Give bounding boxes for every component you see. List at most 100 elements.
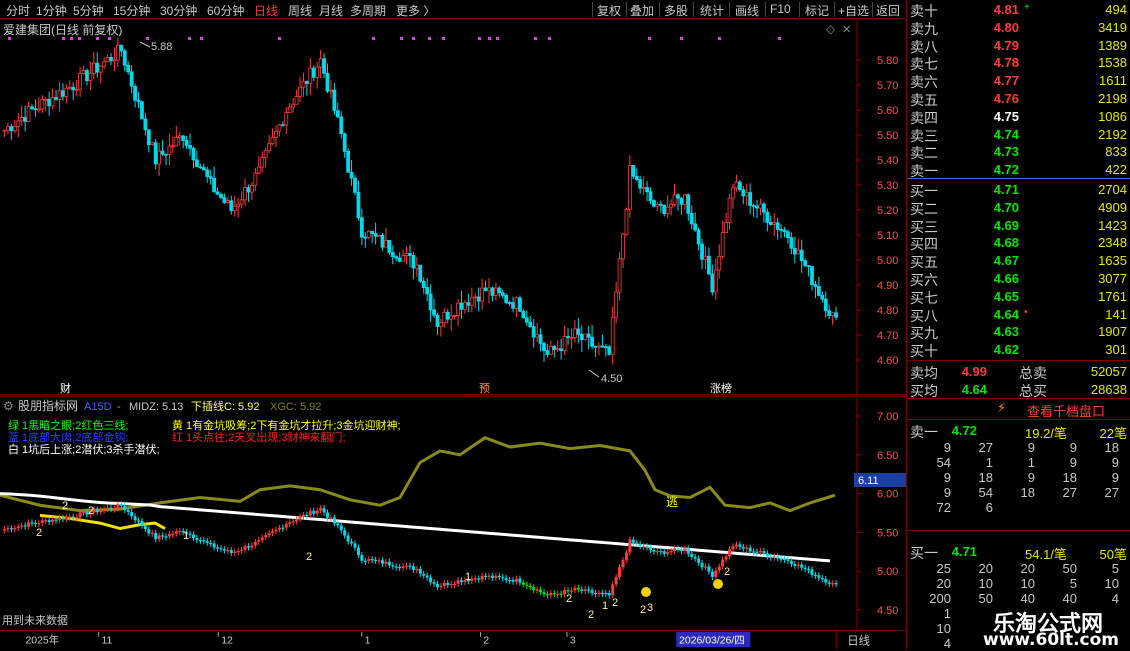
indicator-body (724, 556, 728, 560)
tab-weekly[interactable]: 周线 (288, 2, 312, 19)
forecast-marker[interactable]: 预 (479, 382, 490, 395)
indicator-tick-label: 6.50 (877, 450, 898, 462)
indicator-body (233, 551, 237, 553)
period-label[interactable]: 日线 (847, 633, 870, 647)
buy-level-row[interactable]: 买六 4.66 3077 (907, 269, 1130, 289)
tab-more[interactable]: 更多 〉 (396, 2, 435, 19)
indicator-body (738, 544, 742, 547)
indicator-body (154, 532, 158, 540)
indicator-body (243, 546, 247, 550)
sell-level-row[interactable]: 卖八 4.79 1389 (907, 36, 1130, 56)
exit-signal: 逃 (666, 495, 678, 509)
candle-body (329, 89, 333, 92)
sell-level-row[interactable]: 卖九 4.80 3419 (907, 18, 1130, 38)
top-gainer-marker[interactable]: 涨榜 (710, 381, 732, 395)
sell-level-row[interactable]: 卖一 4.72 422 (907, 160, 1130, 180)
add-watchlist-button[interactable]: +自选 (838, 2, 869, 19)
diamond-icon[interactable]: ◇ (826, 22, 836, 36)
indicator-settings-icon[interactable]: ⚙ (3, 399, 14, 413)
sell-level-row[interactable]: 卖三 4.74 2192 (907, 125, 1130, 145)
indicator-body (288, 522, 292, 525)
tab-multi-period[interactable]: 多周期 (350, 2, 386, 19)
tab-15min[interactable]: 15分钟 (113, 2, 150, 19)
f10-button[interactable]: F10 (770, 2, 791, 16)
indicator-body (219, 548, 223, 550)
tab-daily[interactable]: 日线 (254, 2, 278, 19)
candle-body (765, 211, 770, 223)
buy-level-row[interactable]: 买七 4.65 1761 (907, 287, 1130, 307)
low-label: 4.50 (601, 373, 622, 385)
indicator-body (803, 567, 807, 570)
close-icon[interactable]: ✕ (842, 24, 851, 36)
sell-level-row[interactable]: 卖四 4.75 1086 (907, 107, 1130, 127)
candle-body (184, 140, 189, 146)
candle-body (548, 346, 553, 355)
tab-60min[interactable]: 60分钟 (207, 2, 244, 19)
candle-body (67, 86, 72, 89)
buy-level-row[interactable]: 买三 4.69 1423 (907, 216, 1130, 236)
signal-dot (372, 37, 375, 40)
tab-timeshare[interactable]: 分时 (6, 2, 30, 19)
candle-body (438, 322, 443, 327)
candle-body (528, 321, 533, 328)
overlay-button[interactable]: 叠加 (630, 2, 654, 19)
buy-level-row[interactable]: 买五 4.67 1635 (907, 251, 1130, 271)
tab-30min[interactable]: 30分钟 (160, 2, 197, 19)
month-label: 1 (365, 635, 371, 646)
buy-level-row[interactable]: 买二 4.70 4909 (907, 198, 1130, 218)
sell-level-row[interactable]: 卖十 4.81 +494 (907, 0, 1130, 20)
candlestick-chart[interactable]: 5.80 5.70 5.60 5.50 5.40 5.30 5.20 5.10 5.00 4.90… (0, 20, 906, 395)
candle-body (463, 302, 467, 310)
finance-marker[interactable]: 财 (60, 381, 71, 395)
signal-dot (70, 37, 73, 40)
candle-body (428, 293, 433, 311)
draw-line-button[interactable]: 画线 (735, 2, 759, 19)
indicator-body (480, 575, 484, 580)
indicator-chart[interactable]: 7.006.506.005.505.004.50 22 2121221 22 32 6… (0, 396, 906, 630)
candle-body (30, 106, 34, 110)
indicator-body (329, 517, 333, 519)
indicator-body (137, 520, 141, 522)
sell-level-row[interactable]: 卖七 4.78 1538 (907, 53, 1130, 73)
buy-level-row[interactable]: 买八 4.64 • 141 (907, 305, 1130, 325)
multi-stock-button[interactable]: 多股 (664, 2, 688, 19)
signal-number: 2 (640, 604, 646, 616)
tab-5min[interactable]: 5分钟 (73, 2, 104, 19)
indicator-name[interactable]: 股朋指标网 (18, 398, 78, 413)
sell-level-row[interactable]: 卖五 4.76 2198 (907, 89, 1130, 109)
buy-level-row[interactable]: 买九 4.63 1907 (907, 322, 1130, 342)
candle-body (291, 103, 296, 108)
tab-monthly[interactable]: 月线 (319, 2, 343, 19)
view-depth-button[interactable]: ⚡ 查看千档盘口 (907, 399, 1130, 419)
sell-level-row[interactable]: 卖六 4.77 1611 (907, 71, 1130, 91)
indicator-body (535, 589, 539, 591)
candle-body (827, 310, 832, 316)
indicator-body (75, 517, 79, 519)
candle-body (153, 142, 158, 165)
indicator-body (147, 529, 151, 534)
candle-body (579, 333, 584, 341)
indicator-body (487, 575, 491, 577)
candle-body (473, 296, 478, 299)
candle-body (676, 194, 680, 199)
buy-level-row[interactable]: 买十 4.62 301 (907, 340, 1130, 360)
back-button[interactable]: 返回 (876, 2, 900, 19)
tab-1min[interactable]: 1分钟 (36, 2, 67, 19)
statistics-button[interactable]: 统计 (700, 2, 724, 19)
buy-level-row[interactable]: 买一 4.71 2704 (907, 180, 1130, 200)
indicator-body (198, 540, 202, 542)
indicator-body (621, 559, 625, 568)
sell-level-row[interactable]: 卖二 4.73 833 (907, 142, 1130, 162)
candle-body (71, 86, 76, 91)
indicator-body (580, 589, 584, 591)
restore-rights-button[interactable]: 复权 (597, 2, 621, 19)
candle-body (167, 145, 172, 155)
indicator-body (824, 579, 828, 583)
buy-level-row[interactable]: 买四 4.68 2348 (907, 233, 1130, 253)
candle-body (12, 125, 17, 132)
indicator-body (600, 592, 604, 595)
month-label: 11 (102, 635, 113, 646)
candle-body (487, 287, 491, 292)
indicator-body (518, 578, 522, 583)
mark-button[interactable]: 标记 (805, 2, 829, 19)
